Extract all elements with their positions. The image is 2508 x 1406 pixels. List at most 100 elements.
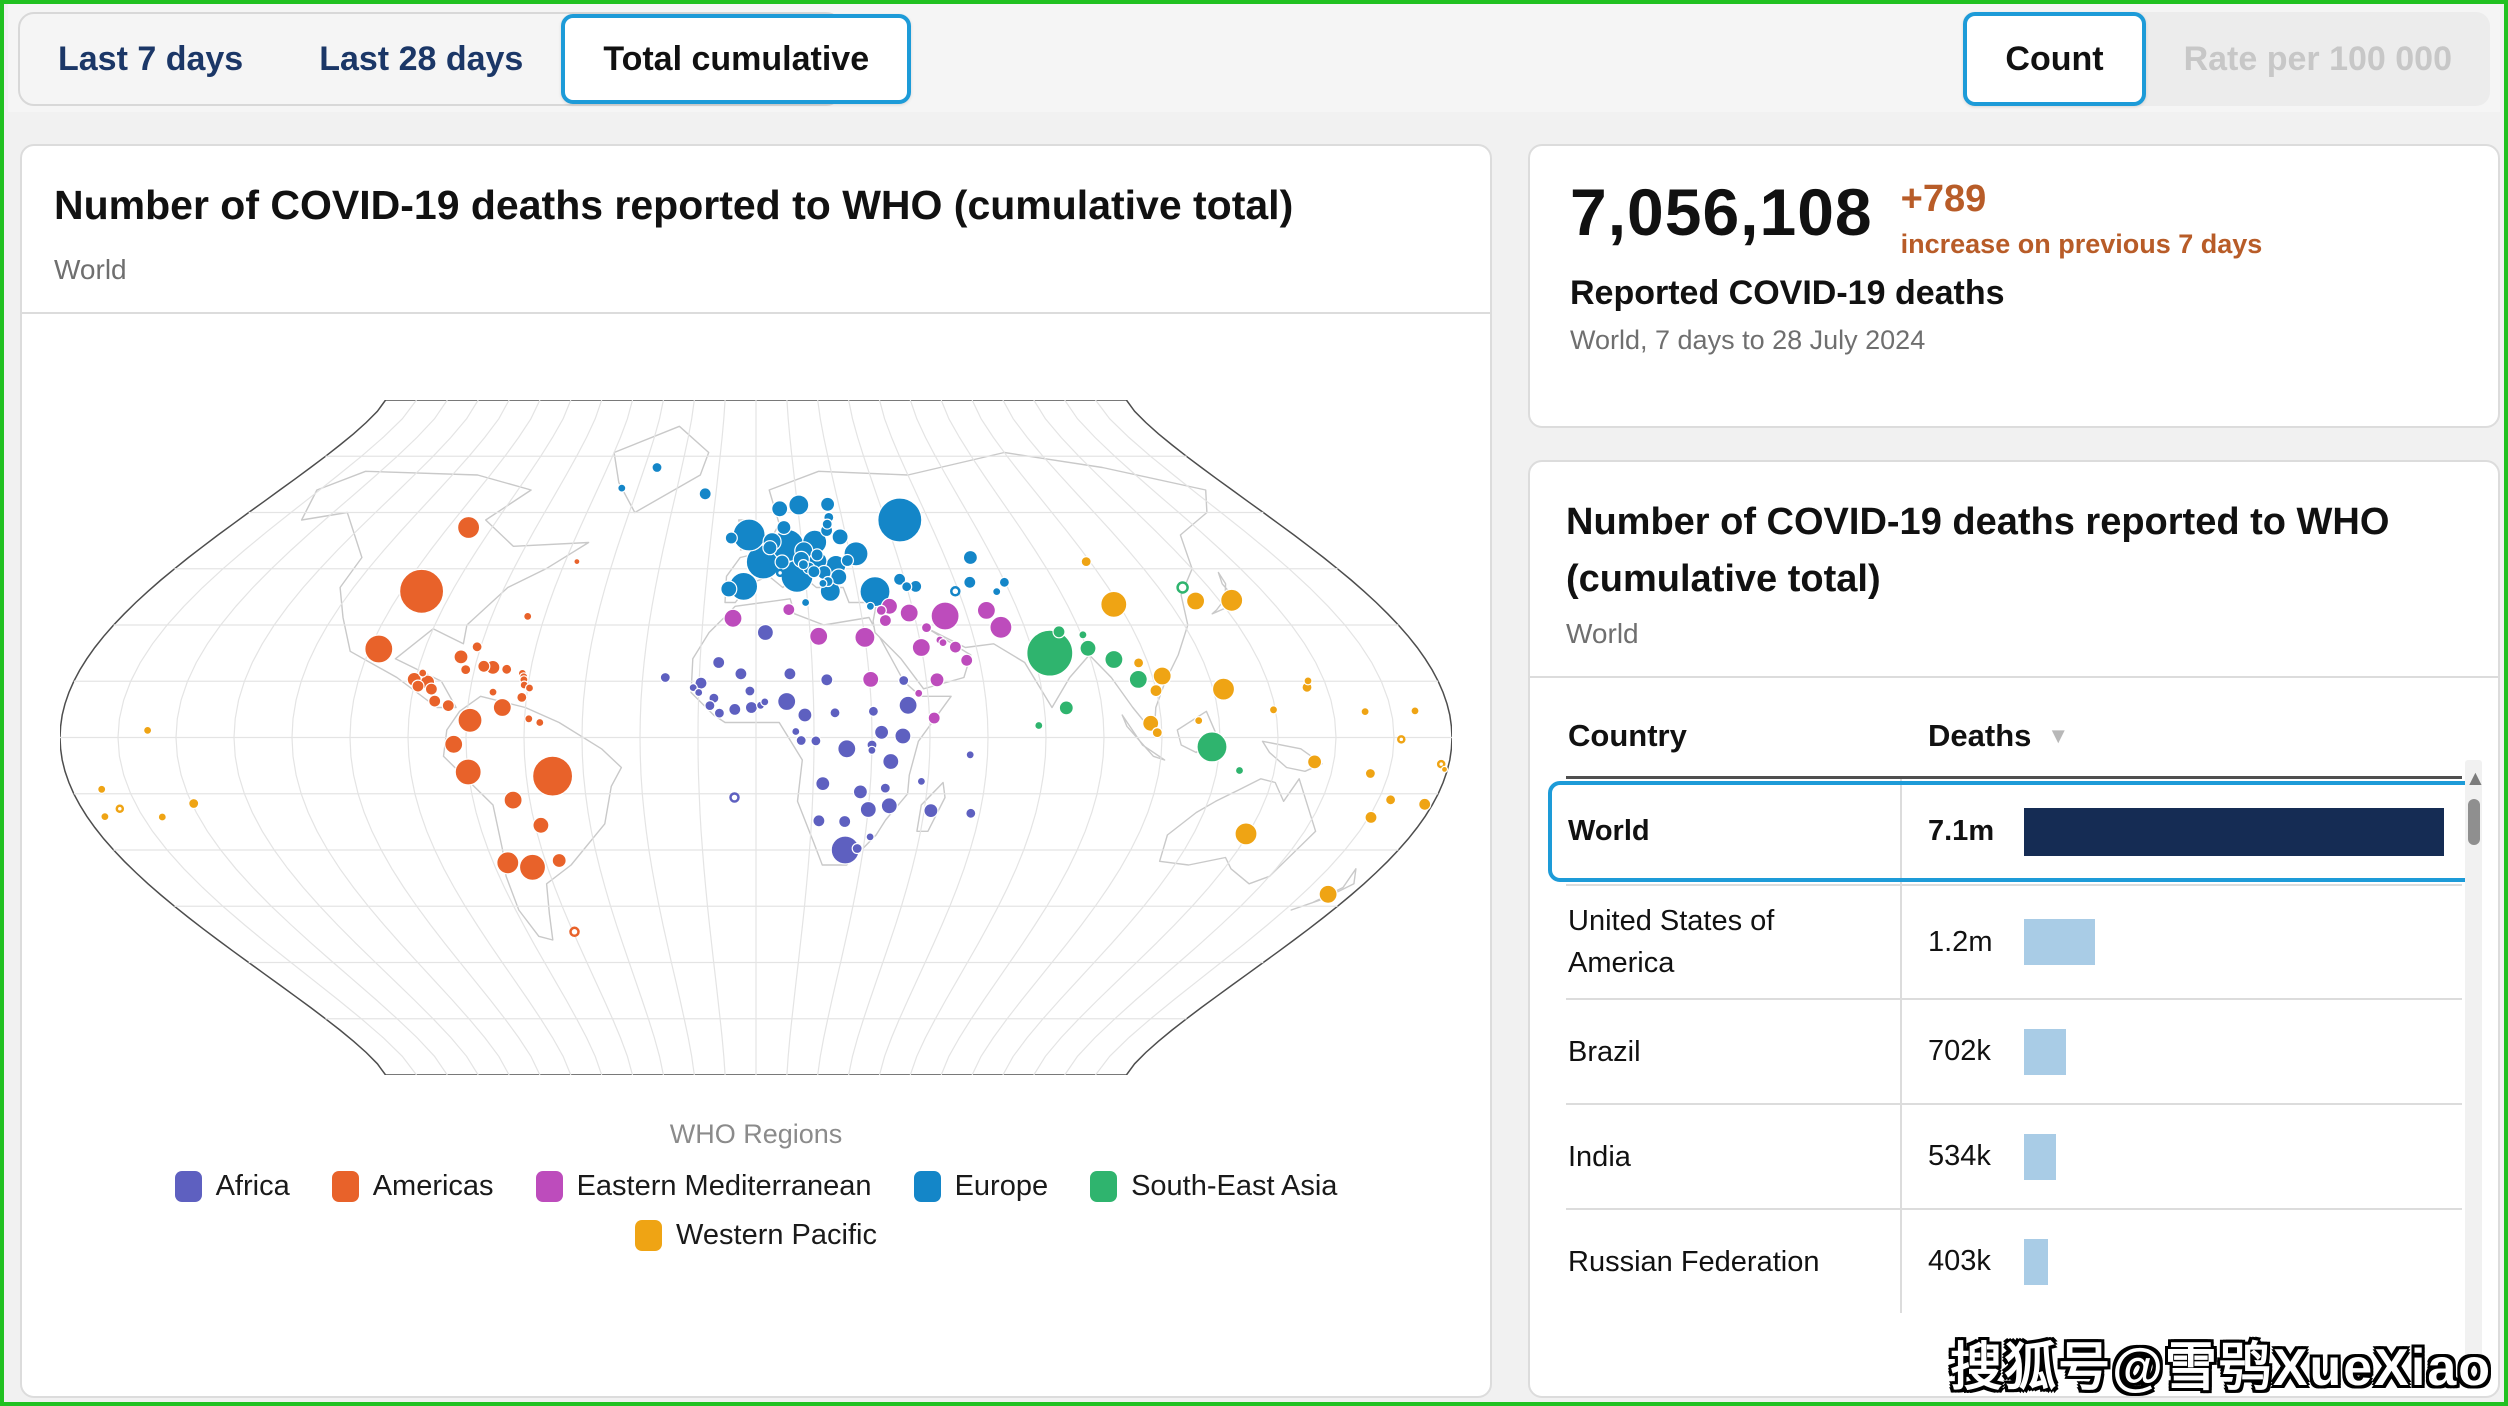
bubble-western-pacific[interactable] xyxy=(1151,726,1163,738)
bubble-eastern-mediterranean[interactable] xyxy=(989,615,1013,639)
tab-last-7-days[interactable]: Last 7 days xyxy=(20,14,281,104)
bubble-south-east-asia[interactable] xyxy=(1176,580,1189,594)
legend-item-south-east-asia[interactable]: South-East Asia xyxy=(1090,1170,1337,1203)
bubble-americas[interactable] xyxy=(424,682,438,696)
bubble-africa[interactable] xyxy=(810,734,822,747)
bubble-americas[interactable] xyxy=(399,568,445,614)
bubble-americas[interactable] xyxy=(523,611,533,621)
bubble-western-pacific[interactable] xyxy=(1132,656,1145,669)
bubble-africa[interactable] xyxy=(865,831,875,842)
bubble-americas[interactable] xyxy=(501,663,513,675)
bubble-south-east-asia[interactable] xyxy=(1104,649,1124,669)
bubble-europe[interactable] xyxy=(617,483,627,493)
bubble-americas[interactable] xyxy=(471,640,483,652)
bubble-eastern-mediterranean[interactable] xyxy=(809,626,829,646)
bubble-africa[interactable] xyxy=(797,706,813,723)
bubble-eastern-mediterranean[interactable] xyxy=(899,602,919,623)
bubble-europe[interactable] xyxy=(840,553,855,567)
bubble-africa[interactable] xyxy=(756,623,775,641)
bubble-eastern-mediterranean[interactable] xyxy=(782,602,796,616)
bubble-europe[interactable] xyxy=(950,585,961,597)
bubble-africa[interactable] xyxy=(894,726,912,745)
bubble-eastern-mediterranean[interactable] xyxy=(920,621,933,633)
bubble-western-pacific[interactable] xyxy=(1080,555,1092,567)
bubble-eastern-mediterranean[interactable] xyxy=(930,600,960,631)
bubble-western-pacific[interactable] xyxy=(1318,884,1338,904)
bubble-africa[interactable] xyxy=(812,813,826,827)
bubble-americas[interactable] xyxy=(411,679,425,693)
bubble-africa[interactable] xyxy=(760,696,770,707)
bubble-europe[interactable] xyxy=(818,578,828,588)
bubble-europe[interactable] xyxy=(788,493,810,516)
bubble-europe[interactable] xyxy=(865,601,876,611)
bubble-africa[interactable] xyxy=(728,702,742,716)
bubble-africa[interactable] xyxy=(712,655,726,669)
bubble-americas[interactable] xyxy=(454,757,482,786)
bubble-africa[interactable] xyxy=(659,671,671,683)
bubble-south-east-asia[interactable] xyxy=(1234,765,1245,775)
bubble-eastern-mediterranean[interactable] xyxy=(960,653,974,667)
bubble-western-pacific[interactable] xyxy=(1149,683,1163,697)
bubble-western-pacific[interactable] xyxy=(1364,767,1377,779)
legend-item-americas[interactable]: Americas xyxy=(331,1170,494,1203)
bubble-eastern-mediterranean[interactable] xyxy=(862,670,880,688)
bubble-europe[interactable] xyxy=(724,530,738,545)
table-scrollbar[interactable]: ▲ xyxy=(2465,760,2486,1386)
bubble-africa[interactable] xyxy=(838,814,852,828)
bubble-africa[interactable] xyxy=(791,726,801,736)
toggle-count[interactable]: Count xyxy=(1963,12,2146,106)
column-header-deaths[interactable]: Deaths xyxy=(1900,718,2031,754)
bubble-south-east-asia[interactable] xyxy=(1079,639,1097,657)
bubble-africa[interactable] xyxy=(851,842,863,854)
bubble-africa[interactable] xyxy=(852,783,869,800)
bubble-europe[interactable] xyxy=(821,518,833,530)
bubble-south-east-asia[interactable] xyxy=(1026,629,1074,677)
bubble-africa[interactable] xyxy=(880,796,898,814)
bubble-americas[interactable] xyxy=(569,926,580,937)
bubble-americas[interactable] xyxy=(532,755,574,797)
bubble-americas[interactable] xyxy=(457,515,481,539)
bubble-western-pacific[interactable] xyxy=(1418,797,1432,811)
world-bubble-map[interactable] xyxy=(60,399,1452,1075)
bubble-americas[interactable] xyxy=(364,633,394,664)
bubble-eastern-mediterranean[interactable] xyxy=(976,600,997,620)
bubble-americas[interactable] xyxy=(524,713,534,723)
bubble-europe[interactable] xyxy=(800,597,811,607)
bubble-africa[interactable] xyxy=(923,802,939,818)
bubble-western-pacific[interactable] xyxy=(1397,734,1406,744)
bubble-europe[interactable] xyxy=(774,553,790,570)
bubble-europe[interactable] xyxy=(901,580,913,592)
bubble-western-pacific[interactable] xyxy=(1220,588,1244,612)
bubble-africa[interactable] xyxy=(882,752,900,770)
bubble-europe[interactable] xyxy=(698,486,712,500)
legend-item-africa[interactable]: Africa xyxy=(174,1170,290,1203)
bubble-western-pacific[interactable] xyxy=(1185,590,1206,611)
legend-item-eastern-mediterranean[interactable]: Eastern Mediterranean xyxy=(535,1170,872,1203)
bubble-europe[interactable] xyxy=(732,517,766,552)
column-header-country[interactable]: Country xyxy=(1566,718,1900,754)
bubble-western-pacific[interactable] xyxy=(100,811,110,821)
bubble-eastern-mediterranean[interactable] xyxy=(927,710,941,725)
bubble-europe[interactable] xyxy=(775,568,785,577)
bubble-western-pacific[interactable] xyxy=(1360,706,1370,716)
bubble-europe[interactable] xyxy=(771,499,789,517)
tab-total-cumulative[interactable]: Total cumulative xyxy=(561,14,912,104)
bubble-africa[interactable] xyxy=(815,775,831,791)
bubble-americas[interactable] xyxy=(488,687,498,697)
bubble-eastern-mediterranean[interactable] xyxy=(914,688,924,698)
bubble-americas[interactable] xyxy=(418,667,428,678)
bubble-western-pacific[interactable] xyxy=(1364,810,1378,824)
bubble-americas[interactable] xyxy=(518,853,547,881)
bubble-americas[interactable] xyxy=(524,682,535,693)
bubble-africa[interactable] xyxy=(744,684,756,697)
bubble-eastern-mediterranean[interactable] xyxy=(875,604,887,616)
bubble-africa[interactable] xyxy=(783,666,797,680)
bubble-africa[interactable] xyxy=(795,734,807,746)
bubble-americas[interactable] xyxy=(492,697,512,717)
bubble-americas[interactable] xyxy=(457,707,483,733)
bubble-africa[interactable] xyxy=(777,691,797,711)
table-row-world[interactable]: World 7.1m xyxy=(1548,779,2478,884)
bubble-south-east-asia[interactable] xyxy=(1034,720,1044,730)
bubble-western-pacific[interactable] xyxy=(1303,675,1313,686)
bubble-europe[interactable] xyxy=(810,547,824,562)
